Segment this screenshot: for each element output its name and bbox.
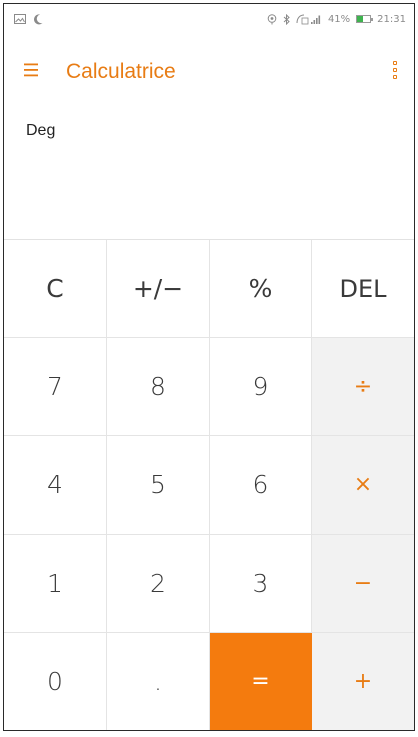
delete-key[interactable]: DEL xyxy=(312,240,414,339)
signal-icon xyxy=(296,14,322,25)
digit-4-key[interactable]: 4 xyxy=(4,436,107,535)
angle-mode-label[interactable]: Deg xyxy=(26,122,55,140)
subtract-key[interactable]: − xyxy=(312,534,414,633)
digit-8-key[interactable]: 8 xyxy=(107,338,210,437)
keypad: C +/−% DEL 7 8 9 ÷ 4 5 6 × 1 2 3− 0. = + xyxy=(4,239,414,730)
app-bar: Calculatrice xyxy=(4,48,414,104)
overflow-dot xyxy=(393,75,397,79)
digit-1-key[interactable]: 1 xyxy=(4,534,107,633)
multiply-key[interactable]: × xyxy=(312,436,414,535)
clear-key[interactable]: C xyxy=(4,240,107,339)
sign-toggle-key[interactable]: +/− xyxy=(107,240,210,339)
digit-9-key[interactable]: 9 xyxy=(210,338,312,437)
overflow-menu-icon[interactable] xyxy=(392,61,398,79)
status-time: 21:31 xyxy=(377,13,406,25)
status-bar-left xyxy=(14,13,43,25)
location-icon xyxy=(267,13,277,25)
digit-7-key[interactable]: 7 xyxy=(4,338,107,437)
calculator-display: Deg xyxy=(4,104,414,239)
digit-5-key[interactable]: 5 xyxy=(107,436,210,535)
bluetooth-icon xyxy=(283,13,290,25)
digit-2-key[interactable]: 2 xyxy=(107,534,210,633)
calculator-screen: 41% 21:31 Calculatrice Deg C +/−% DEL 7 8 9 ÷ 4… xyxy=(3,3,415,731)
add-key[interactable]: + xyxy=(312,632,414,730)
digit-0-key[interactable]: 0 xyxy=(4,632,107,730)
moon-icon xyxy=(34,13,43,25)
digit-3-key[interactable]: 3 xyxy=(210,534,312,633)
battery-fill xyxy=(357,16,363,22)
hamburger-menu-icon[interactable] xyxy=(24,62,42,77)
battery-icon xyxy=(356,15,374,23)
percent-key[interactable]: % xyxy=(210,240,312,339)
decimal-point-key[interactable]: . xyxy=(107,632,210,730)
status-bar-right: 41% 21:31 xyxy=(267,13,406,25)
status-bar: 41% 21:31 xyxy=(4,4,414,34)
digit-6-key[interactable]: 6 xyxy=(210,436,312,535)
image-icon xyxy=(14,14,26,24)
overflow-dot xyxy=(393,68,397,72)
battery-percent: 41% xyxy=(327,13,351,25)
overflow-dot xyxy=(393,61,397,65)
app-title: Calculatrice xyxy=(66,60,176,83)
divide-key[interactable]: ÷ xyxy=(312,338,414,437)
equals-key[interactable]: = xyxy=(210,632,312,730)
